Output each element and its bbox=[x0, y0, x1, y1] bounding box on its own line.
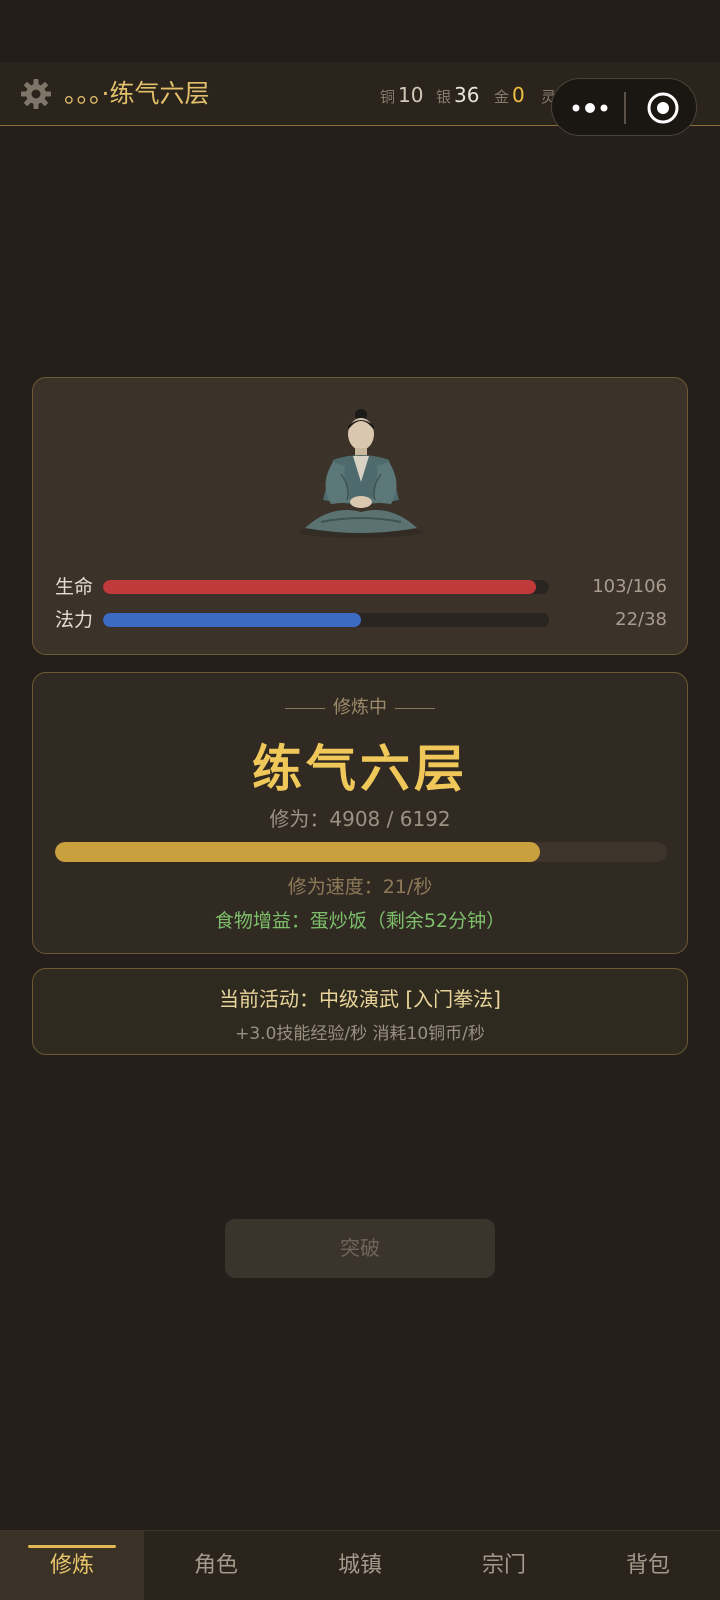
cultivation-card: 修炼中 练气六层 修为：4908 / 6192 修为速度：21/秒 食物增益：蛋… bbox=[32, 672, 688, 954]
mp-label: 法力 bbox=[55, 609, 94, 631]
gold-value: 0 bbox=[512, 83, 525, 107]
exp-bar-track bbox=[55, 842, 667, 862]
gold-label: 金 bbox=[494, 88, 510, 106]
exp-bar-fill bbox=[55, 842, 541, 862]
bottom-tab-bar: 修炼 角色 城镇 宗门 背包 bbox=[0, 1530, 720, 1600]
hp-row: 生命 103/106 bbox=[55, 575, 667, 599]
status-bar bbox=[0, 0, 720, 62]
miniprogram-capsule bbox=[551, 78, 697, 136]
tab-sect[interactable]: 宗门 bbox=[432, 1531, 576, 1600]
gold-currency: 金0 bbox=[494, 80, 525, 110]
copper-label: 铜 bbox=[380, 88, 396, 106]
cultivation-status: 修炼中 bbox=[333, 697, 387, 718]
active-tab-indicator bbox=[28, 1545, 116, 1548]
copper-value: 10 bbox=[398, 83, 424, 107]
cultivation-speed: 修为速度：21/秒 bbox=[287, 876, 433, 898]
realm-title: 练气六层 bbox=[252, 740, 468, 798]
tab-label: 城镇 bbox=[337, 1553, 382, 1578]
tab-label: 修炼 bbox=[49, 1553, 94, 1578]
caption-dash-right bbox=[395, 707, 435, 709]
breakthrough-button[interactable]: 突破 bbox=[225, 1219, 495, 1278]
silver-label: 银 bbox=[436, 88, 452, 106]
character-card: 生命 103/106 法力 22/38 bbox=[32, 377, 688, 655]
caption-dash-left bbox=[285, 707, 325, 709]
tab-label: 宗门 bbox=[481, 1553, 526, 1578]
tab-character[interactable]: 角色 bbox=[144, 1531, 288, 1600]
app-screen: 。。。·练气六层 铜10 银36 金0 灵39 bbox=[0, 0, 720, 1600]
silver-value: 36 bbox=[454, 83, 480, 107]
capsule-divider bbox=[624, 92, 626, 124]
meditating-figure-icon bbox=[299, 409, 423, 538]
tab-label: 角色 bbox=[193, 1553, 238, 1578]
cultivation-caption: 修炼中 bbox=[33, 693, 687, 719]
hp-value: 103/106 bbox=[592, 576, 667, 597]
player-title: 。。。·练气六层 bbox=[64, 79, 210, 108]
copper-currency: 铜 10 bbox=[380, 80, 423, 110]
mp-row: 法力 22/38 bbox=[55, 608, 667, 632]
mp-value: 22/38 bbox=[615, 609, 667, 630]
tab-label: 背包 bbox=[625, 1553, 670, 1578]
silver-currency: 银 36 bbox=[436, 80, 479, 110]
mp-bar-fill bbox=[103, 613, 362, 627]
tab-backpack[interactable]: 背包 bbox=[576, 1531, 720, 1600]
tab-town[interactable]: 城镇 bbox=[288, 1531, 432, 1600]
gear-icon[interactable] bbox=[18, 76, 54, 112]
hp-bar-fill bbox=[103, 580, 537, 594]
mp-bar-track bbox=[103, 613, 549, 627]
close-target-icon[interactable] bbox=[646, 91, 680, 125]
more-icon[interactable] bbox=[568, 94, 612, 122]
activity-card[interactable]: 当前活动：中级演武 [入门拳法] +3.0技能经验/秒 消耗10铜币/秒 bbox=[32, 968, 688, 1055]
tab-cultivate[interactable]: 修炼 bbox=[0, 1531, 144, 1600]
food-buff: 食物增益：蛋炒饭（剩余52分钟） bbox=[214, 910, 506, 932]
hp-bar-track bbox=[103, 580, 549, 594]
cultivation-exp-text: 修为：4908 / 6192 bbox=[269, 807, 451, 831]
activity-detail: +3.0技能经验/秒 消耗10铜币/秒 bbox=[235, 1024, 485, 1044]
activity-title: 当前活动：中级演武 [入门拳法] bbox=[219, 987, 501, 1011]
hp-label: 生命 bbox=[55, 576, 94, 598]
